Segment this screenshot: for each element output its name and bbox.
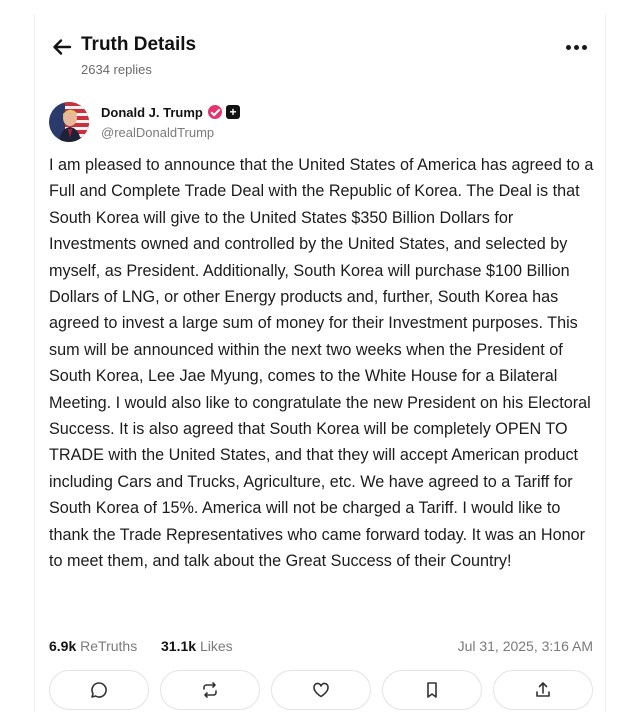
likes-stat[interactable]: 31.1k Likes: [161, 638, 233, 654]
share-icon: [536, 682, 550, 697]
arrow-left-icon: [53, 39, 72, 55]
retruth-icon: [203, 682, 217, 698]
author-badges: +: [208, 105, 240, 119]
more-dot: [573, 44, 579, 50]
bookmark-button[interactable]: [382, 670, 482, 710]
avatar-image: [49, 102, 89, 142]
retruths-count: 6.9k: [49, 638, 77, 654]
like-button[interactable]: [271, 670, 371, 710]
post-actions: [49, 670, 593, 714]
post-stats: 6.9k ReTruths 31.1k Likes Jul 31, 2025, …: [49, 638, 593, 658]
back-button[interactable]: [51, 36, 73, 58]
verified-badge-icon: [208, 105, 222, 119]
post-body: I am pleased to announce that the United…: [49, 156, 594, 571]
post-timestamp: Jul 31, 2025, 3:16 AM: [457, 638, 593, 654]
retruths-stat[interactable]: 6.9k ReTruths: [49, 638, 137, 654]
page-header: Truth Details 2634 replies: [49, 34, 589, 84]
post-author: Donald J. Trump + @realDonaldTrump: [49, 102, 589, 148]
more-options-button[interactable]: [563, 40, 589, 54]
reply-count: 2634 replies: [81, 62, 152, 77]
page-title: Truth Details: [81, 34, 197, 55]
retruths-label: ReTruths: [80, 638, 138, 654]
heart-icon: [313, 682, 329, 698]
more-horizontal-icon: [565, 44, 571, 50]
reply-icon: [91, 682, 107, 698]
avatar[interactable]: [49, 102, 89, 142]
bookmark-icon: [427, 682, 437, 698]
reply-button[interactable]: [49, 670, 149, 710]
author-handle[interactable]: @realDonaldTrump: [101, 125, 214, 140]
more-dot: [581, 44, 587, 50]
share-button[interactable]: [493, 670, 593, 710]
truth-details-panel: Truth Details 2634 replies Donald J. Tru…: [34, 14, 606, 711]
retruth-button[interactable]: [160, 670, 260, 710]
plus-badge-icon: +: [226, 105, 240, 119]
likes-count: 31.1k: [161, 638, 197, 654]
likes-label: Likes: [199, 638, 233, 654]
author-name[interactable]: Donald J. Trump: [101, 105, 203, 120]
